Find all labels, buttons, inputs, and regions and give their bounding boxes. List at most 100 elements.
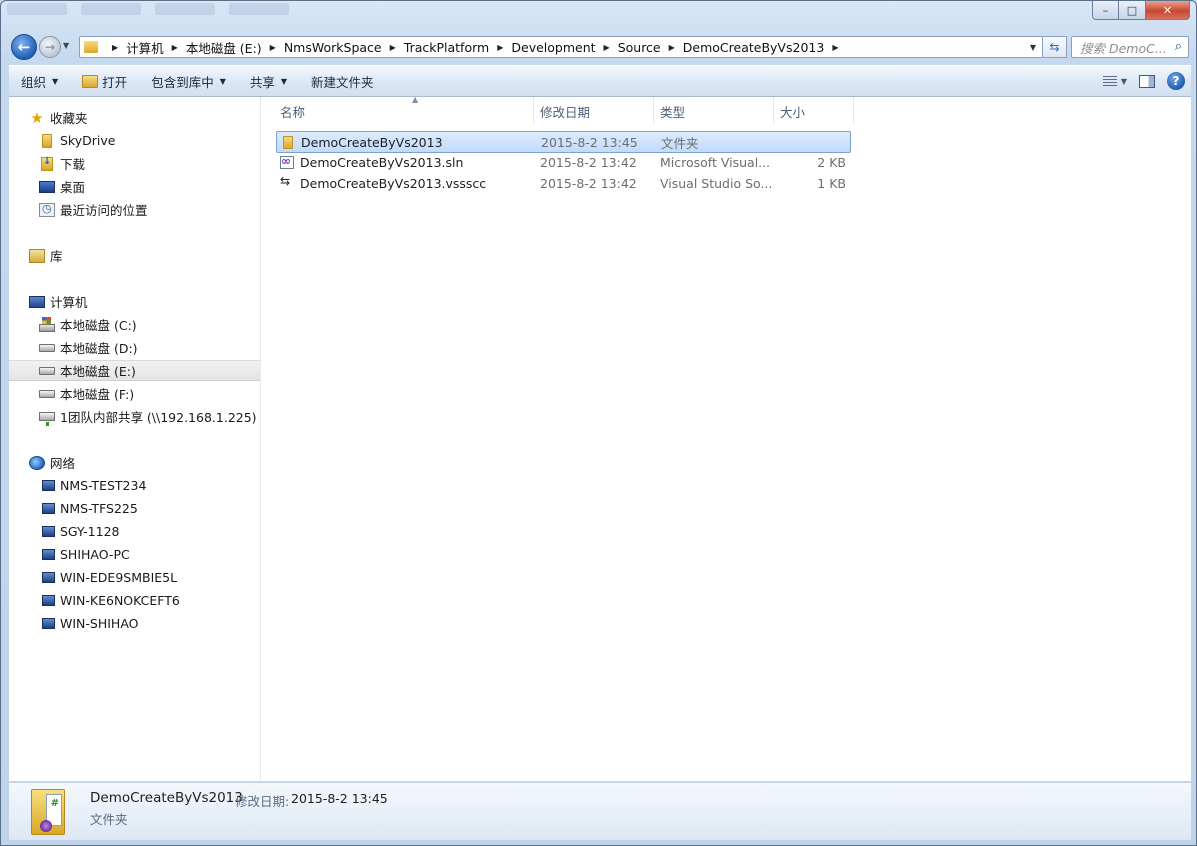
nav-item-network-pc[interactable]: SGY-1128 — [9, 521, 260, 542]
sort-ascending-icon: ▲ — [412, 95, 419, 104]
nav-item-drive-c[interactable]: 本地磁盘 (C:) — [9, 314, 260, 335]
nav-libraries-label: 库 — [50, 249, 63, 264]
nav-item-drive-e[interactable]: 本地磁盘 (E:) — [9, 360, 260, 381]
drive-icon — [39, 366, 55, 375]
nav-item-label: 本地磁盘 (F:) — [60, 387, 135, 402]
breadcrumb-separator[interactable]: ▶ — [832, 43, 838, 52]
nav-item-skydrive[interactable]: SkyDrive — [9, 130, 260, 151]
breadcrumb-trackplatform[interactable]: TrackPlatform — [404, 40, 489, 55]
chevron-down-icon: ▼ — [219, 76, 226, 86]
column-header-label: 大小 — [780, 104, 806, 120]
breadcrumb-nmsworkspace[interactable]: NmsWorkSpace — [284, 40, 382, 55]
nav-libraries[interactable]: 库 — [9, 245, 260, 266]
change-view-button[interactable]: ▼ — [1102, 75, 1127, 87]
breadcrumb-separator[interactable]: ▶ — [112, 43, 118, 52]
arrow-right-icon: → — [44, 40, 56, 54]
share-menu[interactable]: 共享 ▼ — [238, 66, 299, 96]
column-header-modified[interactable]: 修改日期 — [534, 97, 654, 125]
search-placeholder: 搜索 DemoC... — [1080, 40, 1167, 56]
nav-item-network-pc[interactable]: WIN-EDE9SMBIE5L — [9, 567, 260, 588]
desktop-icon — [39, 180, 55, 193]
new-folder-button[interactable]: 新建文件夹 — [299, 66, 386, 96]
details-modified-value: 2015-8-2 13:45 — [291, 791, 388, 806]
breadcrumb-drive-e[interactable]: 本地磁盘 (E:) — [186, 38, 262, 57]
preview-pane-icon[interactable] — [1139, 74, 1155, 88]
include-in-library-menu[interactable]: 包含到库中 ▼ — [139, 66, 238, 96]
address-bar[interactable]: ▶ 计算机 ▶ 本地磁盘 (E:) ▶ NmsWorkSpace ▶ Track… — [79, 36, 1043, 58]
help-icon[interactable]: ? — [1167, 72, 1185, 90]
drive-icon — [39, 343, 55, 352]
close-button[interactable]: ✕ — [1146, 1, 1190, 20]
nav-item-drive-f[interactable]: 本地磁盘 (F:) — [9, 383, 260, 404]
file-modified: 2015-8-2 13:42 — [540, 175, 637, 191]
computer-icon — [42, 549, 55, 560]
nav-network-label: 网络 — [50, 456, 76, 471]
recent-pages-dropdown[interactable]: ▼ — [63, 41, 69, 50]
breadcrumb-separator[interactable]: ▶ — [604, 43, 610, 52]
network-icon — [29, 455, 45, 470]
search-input[interactable]: 搜索 DemoC... ⌕ — [1071, 36, 1189, 58]
details-modified-label: 修改日期: — [235, 794, 290, 809]
nav-item-network-pc[interactable]: NMS-TEST234 — [9, 475, 260, 496]
organize-menu[interactable]: 组织 ▼ — [9, 66, 70, 96]
nav-item-label: SGY-1128 — [60, 524, 120, 539]
back-button[interactable]: ← — [11, 34, 37, 60]
column-header-size[interactable]: 大小 — [774, 97, 854, 125]
search-icon[interactable]: ⌕ — [1175, 39, 1182, 54]
background-windows-ghost — [7, 3, 289, 15]
column-header-name[interactable]: 名称 ▲ — [274, 95, 534, 125]
breadcrumb-separator[interactable]: ▶ — [172, 43, 178, 52]
computer-icon — [42, 503, 55, 514]
breadcrumb-separator[interactable]: ▶ — [270, 43, 276, 52]
computer-icon — [42, 480, 55, 491]
nav-computer[interactable]: 计算机 — [9, 291, 260, 312]
refresh-button[interactable]: ⇆ — [1043, 36, 1067, 58]
breadcrumb-source[interactable]: Source — [618, 40, 661, 55]
file-modified: 2015-8-2 13:42 — [540, 154, 637, 170]
nav-item-label: 本地磁盘 (D:) — [60, 341, 138, 356]
breadcrumb-democreatebyvs2013[interactable]: DemoCreateByVs2013 — [683, 40, 825, 55]
nav-item-label: SHIHAO-PC — [60, 547, 130, 562]
open-folder-icon — [82, 74, 99, 88]
title-bar[interactable]: – □ ✕ — [1, 1, 1196, 27]
file-name-cell: DemoCreateByVs2013.sln — [280, 152, 530, 172]
computer-icon — [42, 526, 55, 537]
nav-item-drive-d[interactable]: 本地磁盘 (D:) — [9, 337, 260, 358]
navigation-pane[interactable]: ★ 收藏夹 SkyDrive 下载 桌面 最近访问的位置 库 — [9, 97, 261, 782]
file-name: DemoCreateByVs2013.sln — [300, 154, 464, 170]
breadcrumb-separator[interactable]: ▶ — [497, 43, 503, 52]
file-row[interactable]: DemoCreateByVs2013.vssscc 2015-8-2 13:42… — [276, 173, 851, 195]
nav-item-downloads[interactable]: 下载 — [9, 153, 260, 174]
breadcrumb-separator[interactable]: ▶ — [390, 43, 396, 52]
nav-item-label: WIN-SHIHAO — [60, 616, 139, 631]
nav-item-network-pc[interactable]: WIN-SHIHAO — [9, 613, 260, 634]
command-bar: 组织 ▼ 打开 包含到库中 ▼ 共享 ▼ 新建文件夹 ▼ ? — [9, 65, 1191, 97]
chevron-down-icon[interactable]: ▼ — [1121, 77, 1127, 86]
nav-item-label: 下载 — [60, 157, 86, 172]
nav-item-recent-places[interactable]: 最近访问的位置 — [9, 199, 260, 220]
explorer-window: – □ ✕ ← → ▼ ▶ 计算机 ▶ 本地磁盘 (E:) ▶ NmsWorkS… — [0, 0, 1197, 846]
forward-button[interactable]: → — [39, 36, 61, 58]
file-type: Microsoft Visual... — [660, 154, 771, 170]
column-header-type[interactable]: 类型 — [654, 97, 774, 125]
file-row[interactable]: DemoCreateByVs2013 2015-8-2 13:45 文件夹 — [276, 131, 851, 153]
maximize-button[interactable]: □ — [1119, 1, 1146, 20]
nav-item-network-drive-z[interactable]: 1团队内部共享 (\\192.168.1.225) (Z:) — [9, 406, 261, 427]
nav-item-network-pc[interactable]: WIN-KE6NOKCEFT6 — [9, 590, 260, 611]
nav-item-label: 1团队内部共享 (\\192.168.1.225) (Z:) — [60, 410, 261, 425]
file-row[interactable]: DemoCreateByVs2013.sln 2015-8-2 13:42 Mi… — [276, 152, 851, 174]
file-list[interactable]: 名称 ▲ 修改日期 类型 大小 DemoCreateByVs2013 2015-… — [262, 95, 1191, 782]
open-button[interactable]: 打开 — [70, 66, 139, 96]
breadcrumb-development[interactable]: Development — [511, 40, 595, 55]
nav-favorites[interactable]: ★ 收藏夹 — [9, 107, 260, 128]
address-dropdown-button[interactable]: ▼ — [1024, 43, 1042, 52]
nav-item-network-pc[interactable]: NMS-TFS225 — [9, 498, 260, 519]
nav-item-network-pc[interactable]: SHIHAO-PC — [9, 544, 260, 565]
breadcrumb-computer[interactable]: 计算机 — [126, 38, 164, 57]
library-icon — [29, 248, 45, 263]
breadcrumb-separator[interactable]: ▶ — [669, 43, 675, 52]
file-name: DemoCreateByVs2013 — [301, 134, 443, 150]
nav-item-desktop[interactable]: 桌面 — [9, 176, 260, 197]
minimize-button[interactable]: – — [1092, 1, 1119, 20]
nav-network[interactable]: 网络 — [9, 452, 260, 473]
